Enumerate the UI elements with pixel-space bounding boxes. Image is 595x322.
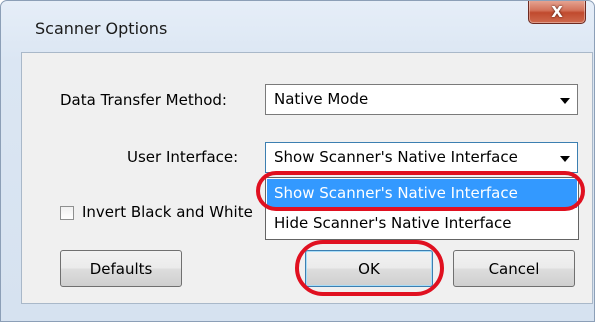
highlight-ring-show-option [256, 171, 585, 211]
user-interface-value: Show Scanner's Native Interface [274, 148, 518, 166]
cancel-button[interactable]: Cancel [453, 250, 575, 287]
invert-checkbox[interactable] [60, 206, 74, 220]
invert-checkbox-label[interactable]: Invert Black and White [82, 203, 253, 221]
user-interface-label: User Interface: [127, 148, 239, 166]
data-transfer-method-select[interactable]: Native Mode [265, 84, 578, 115]
data-transfer-method-label: Data Transfer Method: [60, 91, 227, 109]
chevron-down-icon[interactable] [560, 156, 570, 162]
window-title: Scanner Options [35, 19, 168, 38]
user-interface-select[interactable]: Show Scanner's Native Interface [265, 142, 578, 173]
highlight-ring-ok-button [295, 240, 444, 296]
dropdown-option-hide-native[interactable]: Hide Scanner's Native Interface [267, 209, 577, 238]
close-button[interactable]: X [528, 1, 586, 24]
chevron-down-icon[interactable] [560, 98, 570, 104]
close-icon: X [551, 2, 563, 21]
data-transfer-method-value: Native Mode [274, 90, 369, 108]
defaults-button[interactable]: Defaults [60, 250, 182, 287]
